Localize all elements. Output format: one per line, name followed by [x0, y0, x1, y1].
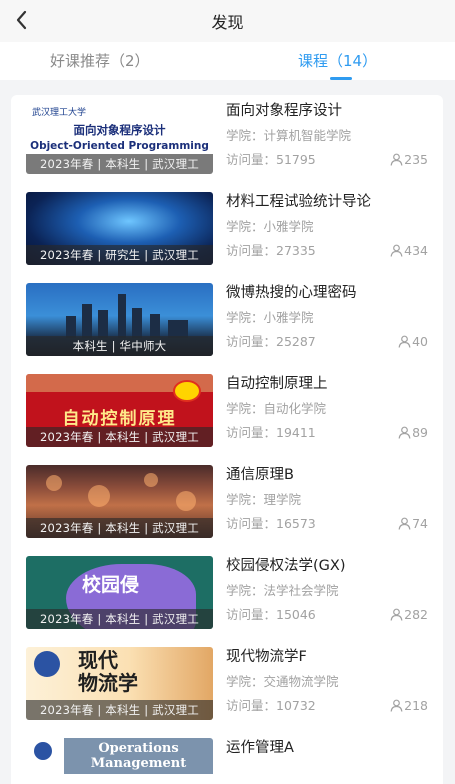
person-icon: [390, 244, 403, 257]
person-icon: [398, 517, 411, 530]
top-nav-bar: 发现: [0, 0, 455, 42]
learner-count: 89: [398, 424, 428, 442]
course-college: 学院：法学社会学院: [226, 583, 339, 598]
badge-icon: [173, 380, 201, 402]
visit-count: 访问量：51795: [226, 152, 316, 167]
course-item[interactable]: 本科生 | 华中师大 微博热搜的心理密码 学院：小雅学院 访问量：25287 4…: [11, 277, 443, 361]
university-logo: [34, 651, 60, 677]
thumbnail-title: 自动控制原理: [62, 409, 177, 429]
tab-bar: 好课推荐（2） 课程（14）: [0, 42, 455, 80]
course-thumbnail: 本科生 | 华中师大: [26, 283, 213, 356]
course-title: 微博热搜的心理密码: [226, 285, 357, 301]
course-visits: 访问量：27335 434: [226, 242, 436, 260]
thumbnail-caption: 2023年春 | 本科生 | 武汉理工: [26, 700, 213, 720]
course-item[interactable]: 现代 物流学 2023年春 | 本科生 | 武汉理工 现代物流学F 学院：交通物流…: [11, 641, 443, 725]
learner-count: 74: [398, 515, 428, 533]
tab-courses[interactable]: 课程（14）: [298, 50, 377, 71]
course-title: 现代物流学F: [226, 649, 307, 665]
course-college: 学院：理学院: [226, 492, 302, 507]
learner-count: 434: [390, 242, 428, 260]
course-title: 材料工程试验统计导论: [226, 194, 371, 210]
thumbnail-title: 现代 物流学: [78, 648, 138, 695]
thumbnail-caption: 2023年春 | 本科生 | 武汉理工: [26, 518, 213, 538]
course-visits: 访问量：51795 235: [226, 151, 436, 169]
thumbnail-title-en: Object-Oriented Programming: [30, 140, 209, 152]
course-thumbnail: 2023年春 | 本科生 | 武汉理工: [26, 465, 213, 538]
course-item[interactable]: Operations Management 运作管理A: [11, 732, 443, 784]
person-icon: [390, 699, 403, 712]
thumbnail-title: 校园侵: [82, 574, 140, 596]
learner-count: 218: [390, 697, 428, 715]
course-item[interactable]: 校园侵 2023年春 | 本科生 | 武汉理工 校园侵权法学(GX) 学院：法学…: [11, 550, 443, 634]
university-logo: 武汉理工大学: [32, 108, 87, 118]
visit-count: 访问量：15046: [226, 607, 316, 622]
course-item[interactable]: 武汉理工大学 面向对象程序设计 Object-Oriented Programm…: [11, 95, 443, 179]
course-thumbnail: 武汉理工大学 面向对象程序设计 Object-Oriented Programm…: [26, 101, 213, 174]
course-item[interactable]: 2023年春 | 本科生 | 武汉理工 通信原理B 学院：理学院 访问量：165…: [11, 459, 443, 543]
person-icon: [398, 426, 411, 439]
visit-count: 访问量：19411: [226, 425, 316, 440]
course-item[interactable]: 2023年春 | 研究生 | 武汉理工 材料工程试验统计导论 学院：小雅学院 访…: [11, 186, 443, 270]
thumbnail-caption: 2023年春 | 研究生 | 武汉理工: [26, 245, 213, 265]
course-visits: 访问量：10732 218: [226, 697, 436, 715]
course-visits: 访问量：25287 40: [226, 333, 436, 351]
thumbnail-caption: 本科生 | 华中师大: [26, 336, 213, 356]
person-icon: [390, 608, 403, 621]
active-tab-indicator: [330, 77, 352, 80]
tab-recommended[interactable]: 好课推荐（2）: [50, 50, 150, 71]
course-title: 自动控制原理上: [226, 376, 328, 392]
course-visits: 访问量：19411 89: [226, 424, 436, 442]
course-thumbnail: Operations Management: [26, 738, 213, 784]
course-list: 武汉理工大学 面向对象程序设计 Object-Oriented Programm…: [11, 95, 443, 784]
course-item[interactable]: 自动控制原理 2023年春 | 本科生 | 武汉理工 自动控制原理上 学院：自动…: [11, 368, 443, 452]
course-thumbnail: 现代 物流学 2023年春 | 本科生 | 武汉理工: [26, 647, 213, 720]
thumbnail-caption: 2023年春 | 本科生 | 武汉理工: [26, 427, 213, 447]
course-visits: 访问量：15046 282: [226, 606, 436, 624]
course-title: 通信原理B: [226, 467, 294, 483]
course-college: 学院：自动化学院: [226, 401, 327, 416]
course-visits: 访问量：16573 74: [226, 515, 436, 533]
learner-count: 40: [398, 333, 428, 351]
learner-count: 282: [390, 606, 428, 624]
visit-count: 访问量：10732: [226, 698, 316, 713]
page-title: 发现: [211, 13, 244, 32]
course-thumbnail: 2023年春 | 研究生 | 武汉理工: [26, 192, 213, 265]
course-college: 学院：交通物流学院: [226, 674, 339, 689]
visit-count: 访问量：25287: [226, 334, 316, 349]
course-title: 面向对象程序设计: [226, 103, 342, 119]
visit-count: 访问量：16573: [226, 516, 316, 531]
visit-count: 访问量：27335: [226, 243, 316, 258]
person-icon: [390, 153, 403, 166]
university-logo: [34, 742, 52, 760]
thumbnail-title-cn: 面向对象程序设计: [73, 123, 166, 137]
course-title: 运作管理A: [226, 740, 294, 756]
course-thumbnail: 自动控制原理 2023年春 | 本科生 | 武汉理工: [26, 374, 213, 447]
thumbnail-caption: 2023年春 | 本科生 | 武汉理工: [26, 609, 213, 629]
course-college: 学院：小雅学院: [226, 219, 314, 234]
thumbnail-title: Operations Management: [64, 738, 213, 774]
course-college: 学院：小雅学院: [226, 310, 314, 325]
person-icon: [398, 335, 411, 348]
learner-count: 235: [390, 151, 428, 169]
course-thumbnail: 校园侵 2023年春 | 本科生 | 武汉理工: [26, 556, 213, 629]
course-college: 学院：计算机智能学院: [226, 128, 352, 143]
thumbnail-caption: 2023年春 | 本科生 | 武汉理工: [26, 154, 213, 174]
course-title: 校园侵权法学(GX): [226, 558, 346, 574]
